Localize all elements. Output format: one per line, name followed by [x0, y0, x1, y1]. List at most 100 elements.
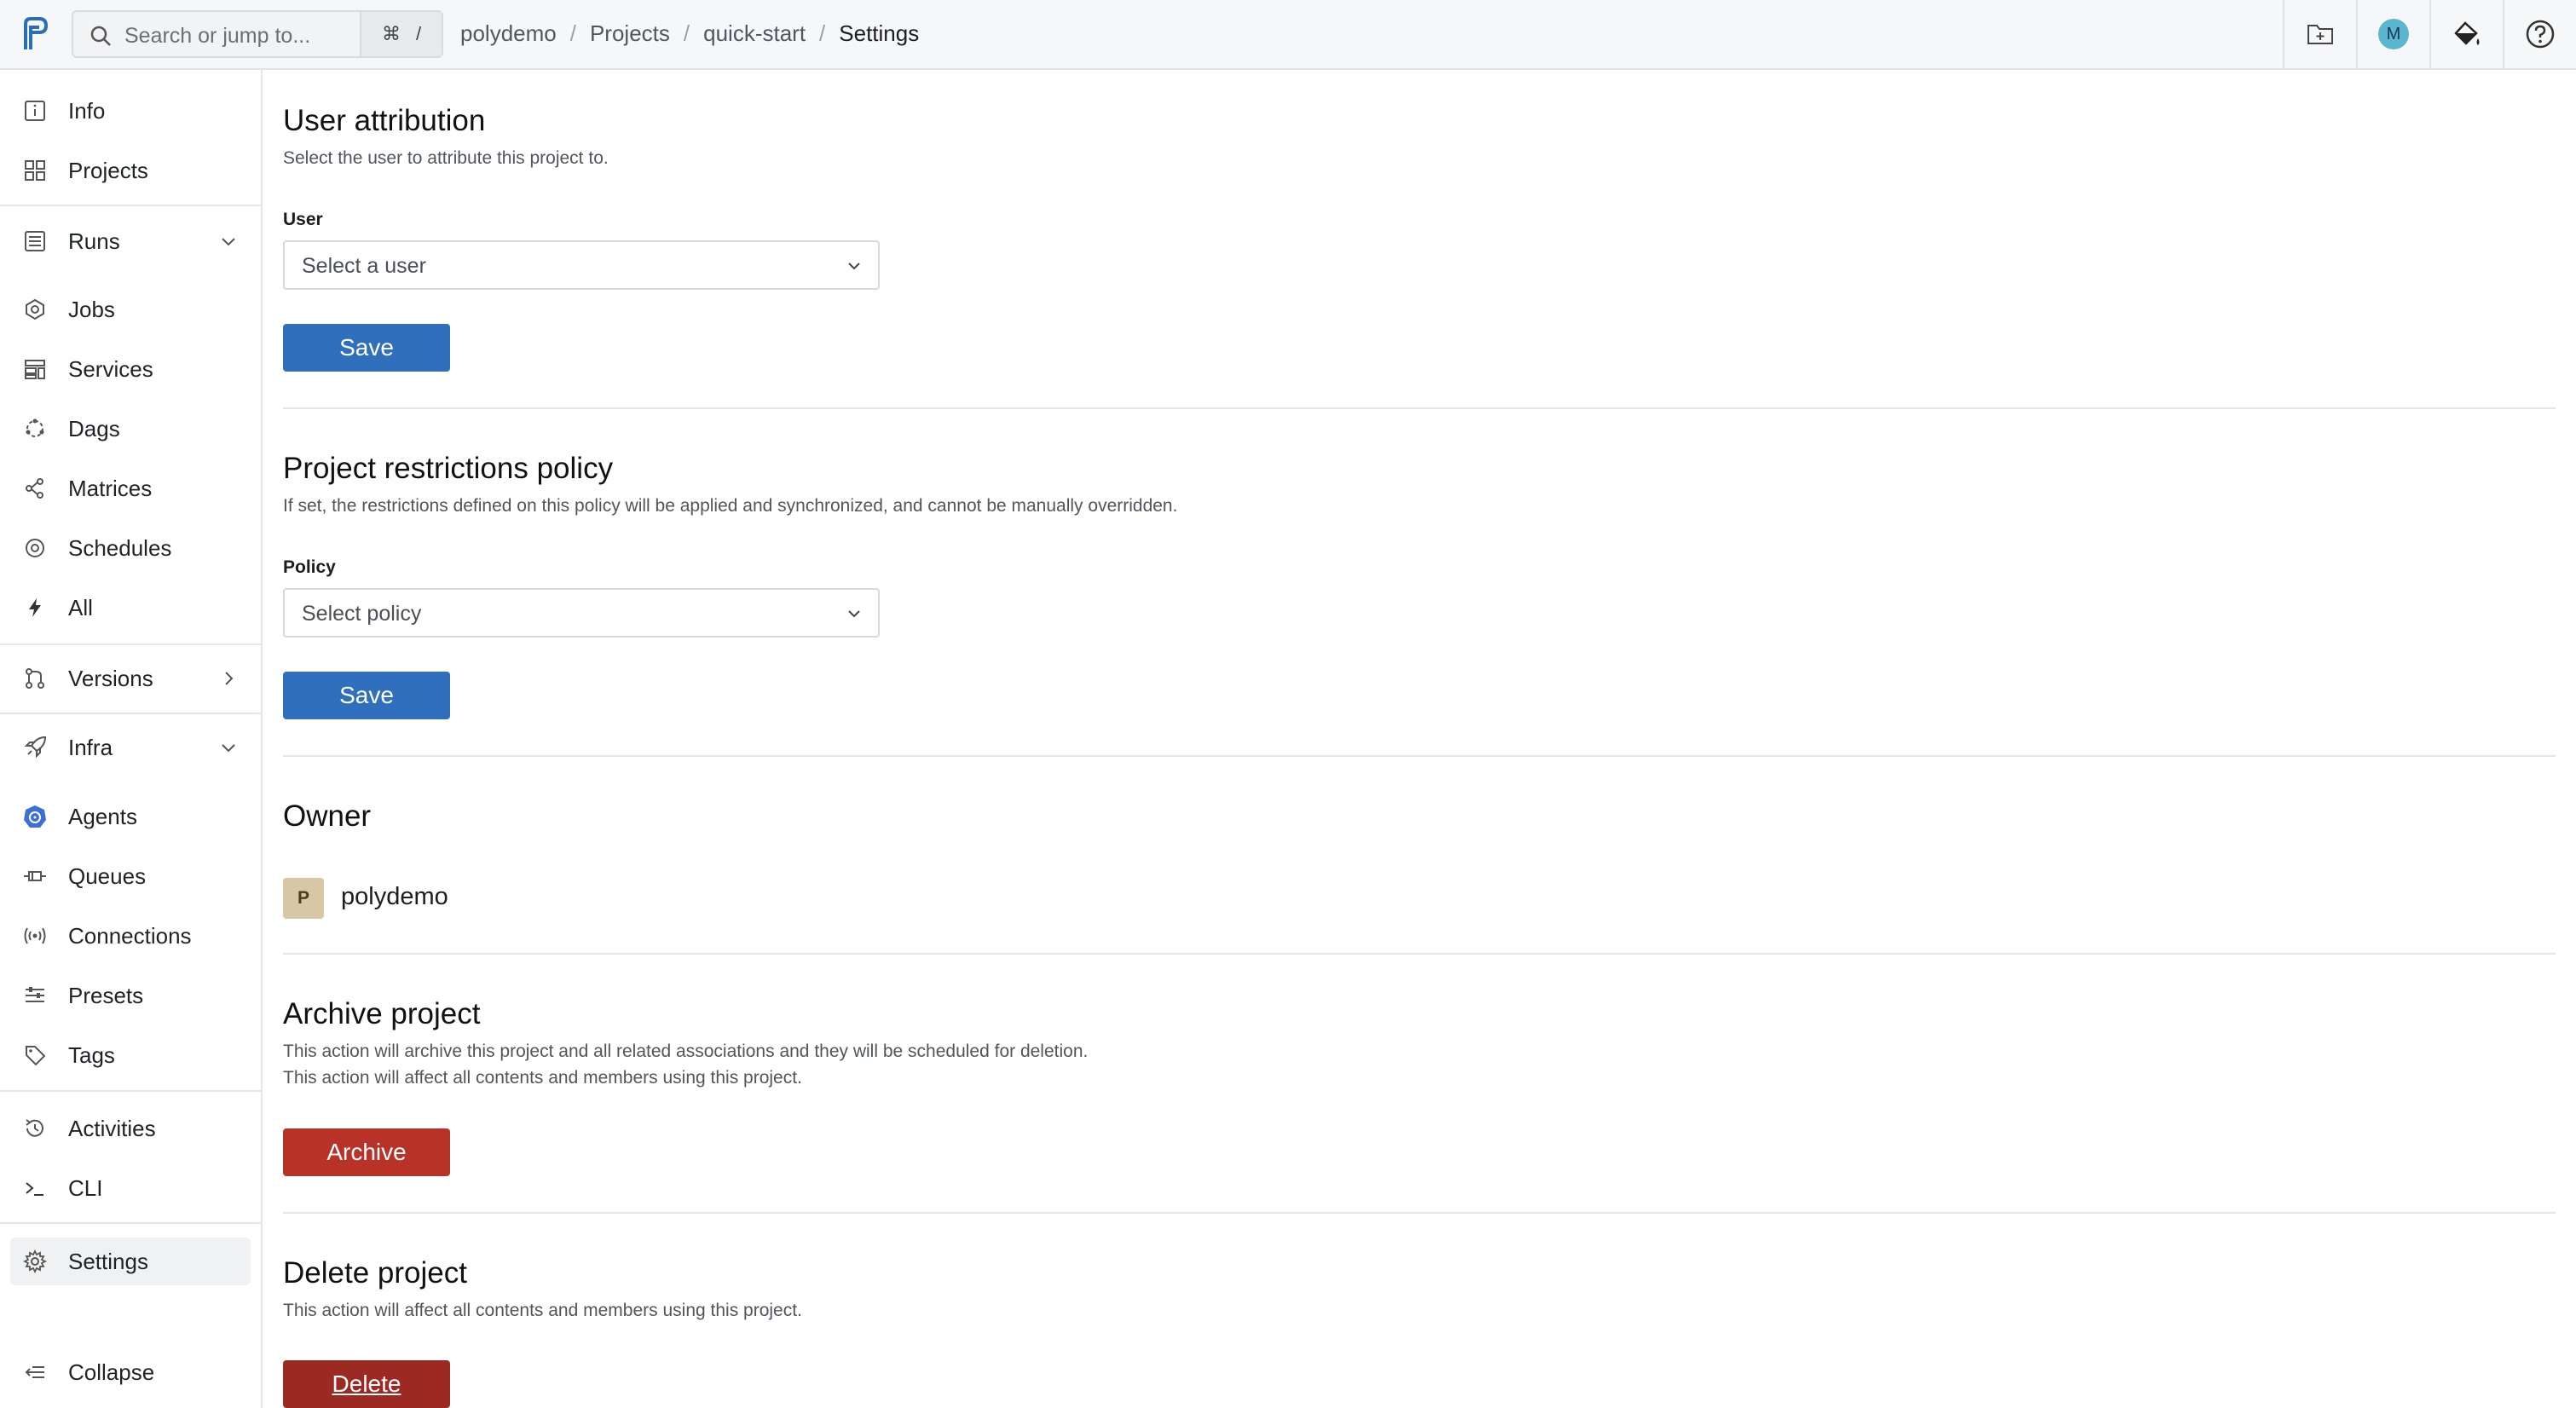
- sidebar-item-label: Settings: [68, 1248, 148, 1274]
- top-actions: M: [2283, 0, 2576, 68]
- sidebar-item-label: Infra: [68, 734, 113, 760]
- user-select-value: Select a user: [302, 254, 426, 278]
- sidebar-item-settings[interactable]: Settings: [10, 1238, 251, 1285]
- sidebar-item-activities[interactable]: Activities: [10, 1105, 251, 1152]
- chevron-down-icon: [848, 263, 860, 270]
- save-policy-button[interactable]: Save: [283, 672, 450, 719]
- breadcrumb-separator: /: [683, 20, 690, 46]
- save-user-button[interactable]: Save: [283, 324, 450, 372]
- new-project-button[interactable]: [2283, 0, 2356, 68]
- sidebar-divider: [0, 1222, 261, 1224]
- sidebar-item-label: Collapse: [68, 1359, 155, 1385]
- section-divider: [283, 1212, 2556, 1214]
- kubernetes-icon: [22, 804, 48, 829]
- search-icon: [90, 26, 111, 46]
- folder-plus-icon: [2307, 25, 2333, 44]
- keyboard-shortcut: ⌘ /: [360, 12, 442, 56]
- sidebar-divider: [0, 643, 261, 645]
- sidebar-item-cli[interactable]: CLI: [10, 1164, 251, 1212]
- sidebar-item-presets[interactable]: Presets: [10, 972, 251, 1019]
- chevron-down-icon: [222, 744, 235, 753]
- user-attribution-description: Select the user to attribute this projec…: [283, 148, 609, 168]
- search-placeholder: Search or jump to...: [124, 24, 311, 48]
- section-divider: [283, 953, 2556, 955]
- policy-select-value: Select policy: [302, 602, 422, 626]
- search-input[interactable]: Search or jump to... ⌘ /: [72, 10, 443, 58]
- sidebar-item-projects[interactable]: Projects: [10, 147, 251, 194]
- sidebar-item-label: All: [68, 594, 93, 620]
- sidebar-item-label: Matrices: [68, 475, 153, 501]
- breadcrumb-projects[interactable]: Projects: [590, 20, 670, 47]
- gear-icon: [22, 1249, 48, 1274]
- chevron-down-icon: [848, 610, 860, 618]
- sidebar-divider: [0, 1090, 261, 1092]
- policy-select[interactable]: Select policy: [283, 588, 880, 638]
- sidebar-item-label: Projects: [68, 157, 148, 183]
- user-select[interactable]: Select a user: [283, 240, 880, 290]
- delete-button[interactable]: Delete: [283, 1360, 450, 1408]
- sidebar-item-services[interactable]: Services: [10, 345, 251, 393]
- sidebar-item-agents[interactable]: Agents: [10, 793, 251, 840]
- schedules-icon: [22, 535, 48, 561]
- sidebar-item-label: Runs: [68, 228, 120, 254]
- sidebar-divider: [0, 205, 261, 206]
- breadcrumb: polydemo / Projects / quick-start / Sett…: [460, 20, 919, 47]
- sidebar-item-queues[interactable]: Queues: [10, 852, 251, 900]
- section-divider: [283, 407, 2556, 409]
- breadcrumb-project[interactable]: quick-start: [703, 20, 806, 47]
- help-button[interactable]: [2503, 0, 2576, 68]
- user-field-label: User: [283, 210, 323, 229]
- policy-field-label: Policy: [283, 557, 336, 577]
- archive-description-line1: This action will archive this project an…: [283, 1042, 1089, 1061]
- sidebar-item-versions[interactable]: Versions: [10, 655, 251, 702]
- sidebar-item-jobs[interactable]: Jobs: [10, 286, 251, 333]
- polyaxon-logo-icon[interactable]: [19, 15, 53, 53]
- sidebar-item-infra[interactable]: Infra: [10, 724, 251, 771]
- app-window: Search or jump to... ⌘ / polydemo / Proj…: [0, 0, 2576, 1408]
- grid-icon: [22, 158, 48, 183]
- sidebar-item-tags[interactable]: Tags: [10, 1031, 251, 1079]
- delete-description: This action will affect all contents and…: [283, 1301, 802, 1320]
- settings-content: User attribution Select the user to attr…: [263, 70, 2576, 1408]
- owner-name: polydemo: [341, 883, 448, 910]
- delete-project-title: Delete project: [283, 1256, 467, 1290]
- section-divider: [283, 755, 2556, 757]
- matrices-icon: [22, 476, 48, 501]
- sidebar-item-schedules[interactable]: Schedules: [10, 524, 251, 572]
- breadcrumb-current: Settings: [839, 20, 920, 46]
- lightning-icon: [22, 595, 48, 620]
- theme-button[interactable]: [2429, 0, 2503, 68]
- sidebar-item-connections[interactable]: Connections: [10, 912, 251, 960]
- archive-button[interactable]: Archive: [283, 1128, 450, 1176]
- top-bar: Search or jump to... ⌘ / polydemo / Proj…: [0, 0, 2576, 70]
- jobs-icon: [22, 297, 48, 322]
- restrictions-policy-description: If set, the restrictions defined on this…: [283, 496, 1178, 516]
- help-icon: [2526, 20, 2555, 49]
- sidebar-item-all[interactable]: All: [10, 584, 251, 632]
- sidebar-item-info[interactable]: Info: [10, 87, 251, 135]
- sidebar-item-label: Dags: [68, 415, 120, 441]
- dags-icon: [22, 416, 48, 441]
- breadcrumb-org[interactable]: polydemo: [460, 20, 557, 47]
- sidebar-item-dags[interactable]: Dags: [10, 405, 251, 453]
- sidebar-item-label: CLI: [68, 1174, 103, 1201]
- chevron-down-icon: [222, 238, 235, 246]
- rocket-icon: [22, 735, 48, 760]
- sidebar-collapse-button[interactable]: Collapse: [10, 1348, 251, 1396]
- sidebar-item-label: Jobs: [68, 296, 115, 322]
- sidebar-item-label: Schedules: [68, 534, 172, 561]
- sidebar-item-label: Versions: [68, 665, 153, 691]
- sidebar-item-runs[interactable]: Runs: [10, 217, 251, 265]
- sidebar-item-label: Presets: [68, 982, 144, 1008]
- sidebar-item-matrices[interactable]: Matrices: [10, 465, 251, 512]
- owner-avatar: P: [283, 878, 324, 919]
- user-menu-button[interactable]: M: [2356, 0, 2429, 68]
- archive-project-title: Archive project: [283, 997, 481, 1030]
- list-icon: [22, 228, 48, 254]
- sidebar-item-label: Services: [68, 355, 153, 382]
- paint-bucket-icon: [2454, 21, 2480, 45]
- tag-icon: [22, 1042, 48, 1068]
- sidebar-item-label: Activities: [68, 1115, 156, 1141]
- breadcrumb-separator: /: [819, 20, 826, 46]
- history-icon: [22, 1116, 48, 1141]
